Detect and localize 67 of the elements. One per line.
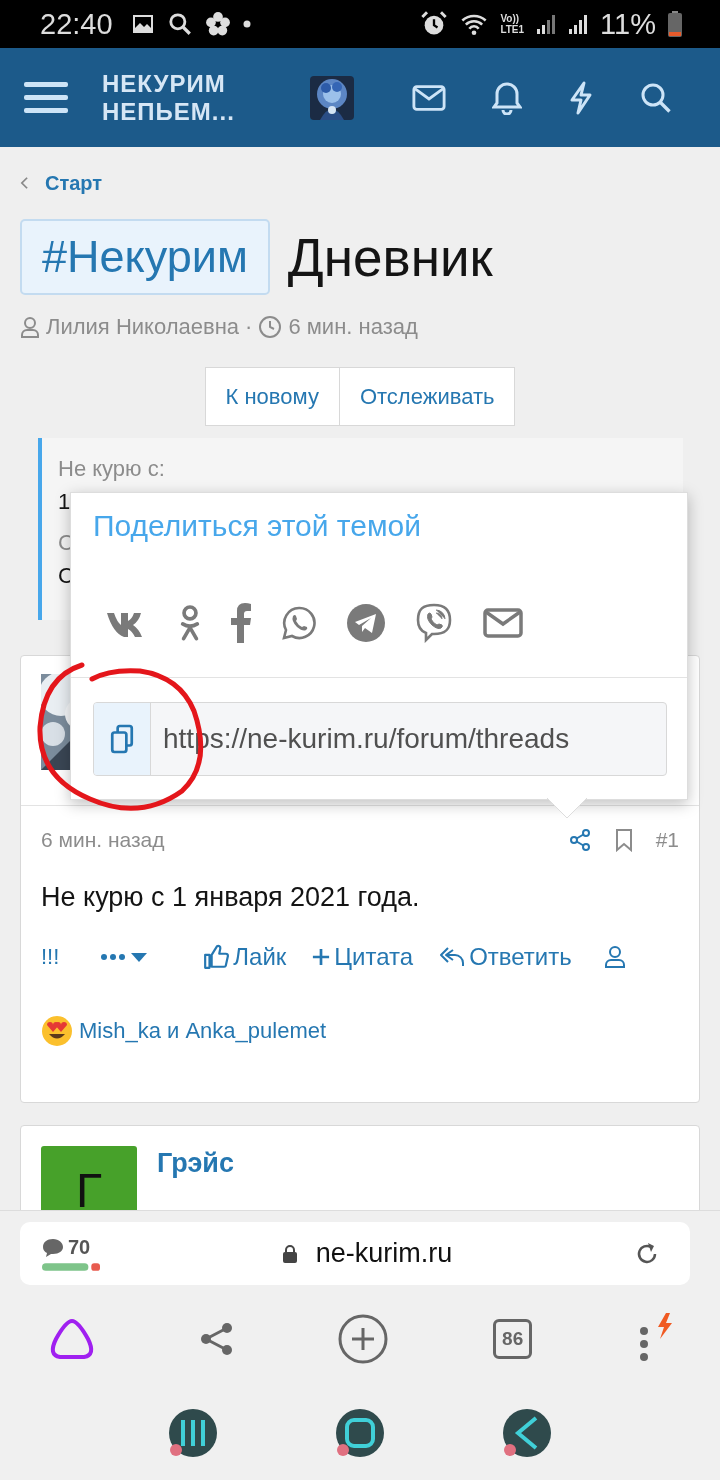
search-icon bbox=[166, 11, 193, 37]
reply-button[interactable]: Ответить bbox=[439, 943, 572, 971]
post-text: Не курю с 1 января 2021 года. bbox=[41, 882, 421, 913]
address-bar[interactable]: 70 ne-kurim.ru bbox=[20, 1222, 690, 1285]
telegram-icon[interactable] bbox=[347, 604, 385, 642]
heart-eyes-emoji-icon bbox=[41, 1015, 73, 1047]
search-icon[interactable] bbox=[640, 81, 672, 114]
share-icon[interactable] bbox=[567, 828, 592, 852]
battery-percent: 11% bbox=[600, 7, 656, 41]
mail-icon[interactable] bbox=[483, 607, 523, 639]
network-label: Vo)) LTE1 bbox=[500, 13, 525, 35]
thread-prefix-tag[interactable]: #Некурим bbox=[20, 219, 270, 295]
url-text[interactable]: ne-kurim.ru bbox=[315, 1238, 453, 1269]
breadcrumb-link[interactable]: Старт bbox=[45, 171, 103, 195]
thumbs-up-icon bbox=[203, 944, 230, 970]
rating-bar-icon bbox=[42, 1263, 100, 1271]
share-icon[interactable] bbox=[199, 1322, 234, 1356]
lightning-icon[interactable] bbox=[568, 80, 594, 115]
battery-icon bbox=[668, 11, 682, 37]
popup-title: Поделиться этой темой bbox=[92, 508, 422, 543]
tabs-button[interactable]: 86 bbox=[493, 1319, 533, 1359]
whatsapp-icon[interactable] bbox=[281, 605, 317, 641]
clock-icon bbox=[258, 315, 283, 339]
odnoklassniki-icon[interactable] bbox=[179, 603, 201, 643]
comment-count[interactable]: 70 bbox=[68, 1236, 91, 1259]
status-time: 22:40 bbox=[40, 7, 113, 41]
signal-icon bbox=[536, 13, 557, 35]
thread-title: Дневник bbox=[287, 226, 493, 288]
site-logo[interactable]: НЕКУРИМ НЕПЬЕМ... bbox=[102, 69, 235, 126]
user-icon[interactable] bbox=[603, 945, 626, 969]
lock-icon bbox=[281, 1243, 298, 1264]
image-icon bbox=[130, 12, 155, 36]
flower-icon bbox=[204, 11, 231, 37]
more-options-icon[interactable] bbox=[101, 950, 150, 964]
new-tab-icon[interactable] bbox=[337, 1313, 390, 1365]
reactions-link[interactable]: Mish_ka и Anka_pulemet bbox=[79, 1018, 327, 1044]
avatar-letter[interactable]: Г bbox=[41, 1146, 137, 1210]
menu-icon[interactable] bbox=[24, 79, 68, 116]
like-button[interactable]: Лайк bbox=[203, 943, 287, 971]
home-icon[interactable] bbox=[335, 1407, 385, 1458]
assistant-icon[interactable] bbox=[48, 1317, 96, 1361]
watch-button[interactable]: Отслеживать bbox=[339, 367, 516, 426]
facebook-icon[interactable] bbox=[231, 603, 251, 643]
bell-icon[interactable] bbox=[492, 80, 522, 115]
author-link[interactable]: Грэйс bbox=[157, 1148, 234, 1179]
thread-time: 6 мин. назад bbox=[288, 314, 418, 340]
viber-icon[interactable] bbox=[415, 603, 453, 643]
signal-icon bbox=[568, 13, 589, 35]
back-icon[interactable] bbox=[501, 1407, 552, 1458]
plus-icon bbox=[312, 948, 331, 966]
jump-new-button[interactable]: К новому bbox=[204, 367, 340, 426]
author-link[interactable]: Лилия Николаевна bbox=[46, 314, 240, 340]
chevron-left-icon bbox=[20, 176, 29, 190]
field-value: 1 bbox=[58, 488, 72, 516]
dot-icon bbox=[242, 20, 251, 28]
field-label: Не курю с: bbox=[58, 455, 166, 483]
comment-icon[interactable] bbox=[42, 1237, 64, 1258]
meta-separator: · bbox=[245, 314, 253, 340]
post-number-link[interactable]: #1 bbox=[655, 828, 679, 852]
user-icon bbox=[20, 316, 40, 338]
reply-icon bbox=[439, 946, 466, 968]
copy-icon[interactable] bbox=[94, 703, 151, 775]
quote-button[interactable]: Цитата bbox=[312, 943, 414, 971]
bookmark-icon[interactable] bbox=[613, 828, 634, 852]
post-time: 6 мин. назад bbox=[41, 828, 165, 852]
reaction-link[interactable]: !!! bbox=[41, 944, 60, 970]
recents-icon[interactable] bbox=[168, 1407, 219, 1458]
